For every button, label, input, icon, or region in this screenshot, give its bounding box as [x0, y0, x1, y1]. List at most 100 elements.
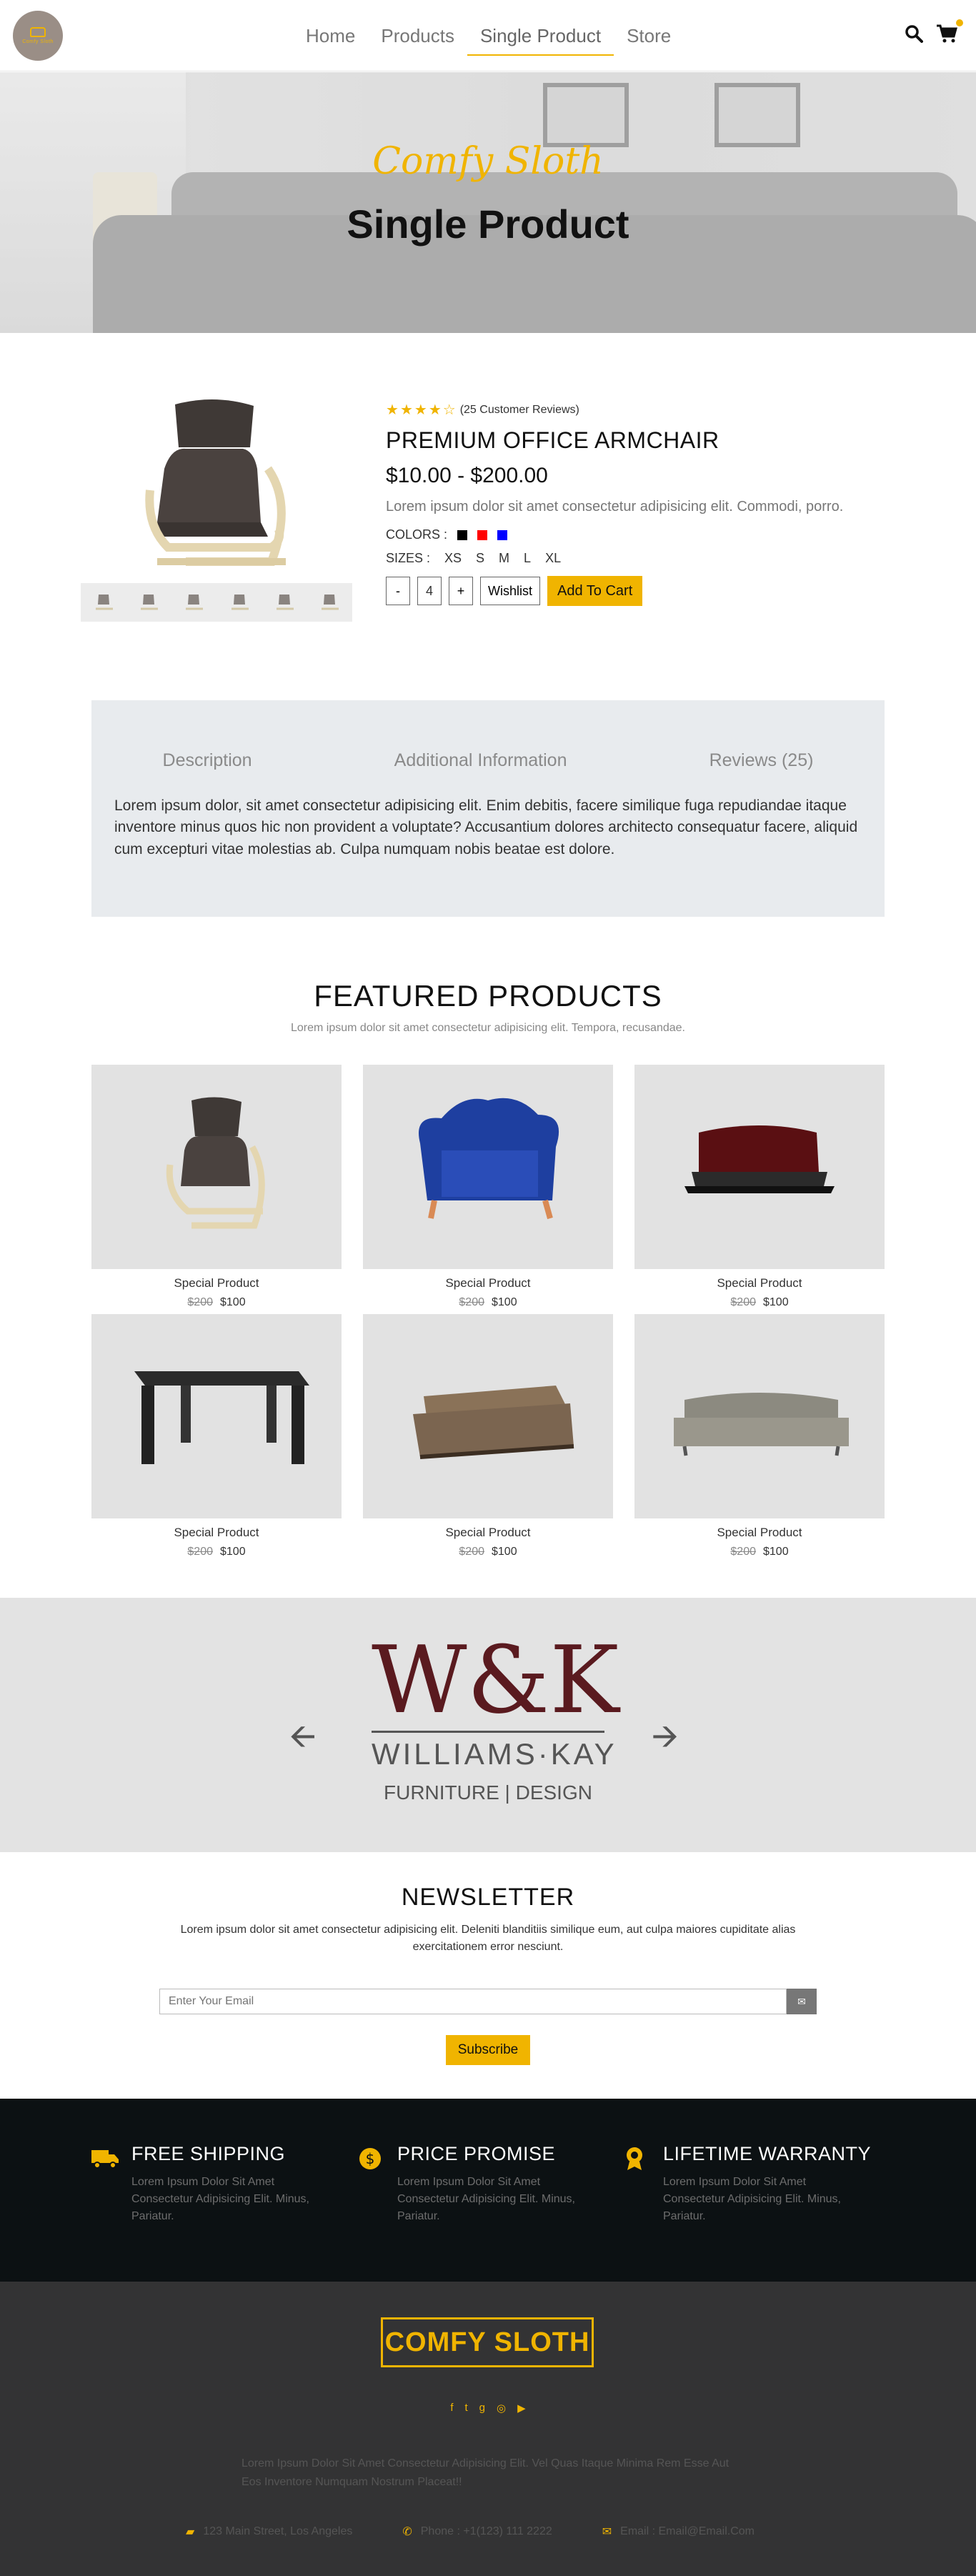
facebook-icon[interactable]: f — [450, 2402, 453, 2415]
product-card-price: $200 $100 — [91, 1546, 342, 1558]
product-price: $10.00 - $200.00 — [386, 464, 548, 487]
envelope-icon[interactable]: ✉ — [787, 1989, 817, 2014]
contact-email: ✉ Email : Email@Email.Com — [602, 2525, 755, 2539]
product-card-price: $200 $100 — [363, 1546, 613, 1558]
brand-carousel: 🡨 🡪 W&K WILLIAMS·KAY FURNITURE | DESIGN — [0, 1598, 976, 1852]
thumbnail[interactable] — [316, 589, 343, 616]
tab-content: Lorem ipsum dolor, sit amet consectetur … — [114, 797, 858, 857]
product-card-image[interactable] — [634, 1065, 885, 1269]
thumbnail[interactable] — [90, 589, 117, 616]
sale-price: $100 — [763, 1546, 789, 1558]
star-full-icon: ★ — [386, 402, 399, 418]
brand-name: WILLIAMS·KAY — [372, 1737, 617, 1771]
newsletter-text: Lorem ipsum dolor sit amet consectetur a… — [180, 1924, 796, 1953]
twitter-icon[interactable]: t — [465, 2402, 468, 2415]
search-icon[interactable] — [905, 24, 923, 46]
product-card[interactable]: Special Product $200 $100 — [363, 1065, 613, 1314]
product-card-image[interactable] — [363, 1314, 613, 1518]
phone-icon: ✆ — [402, 2526, 412, 2538]
tab-reviews[interactable]: Reviews (25) — [709, 750, 814, 771]
product-card-image[interactable] — [634, 1314, 885, 1518]
service-text: Lorem Ipsum Dolor Sit Amet Consectetur A… — [131, 2176, 309, 2222]
color-swatch-blue[interactable] — [497, 529, 508, 540]
service-warranty: LIFETIME WARRANTY Lorem Ipsum Dolor Sit … — [623, 2143, 880, 2225]
email-input[interactable] — [159, 1989, 787, 2014]
youtube-icon[interactable]: ▶ — [517, 2402, 526, 2415]
product-card-image[interactable] — [91, 1065, 342, 1269]
product-card-name: Special Product — [717, 1526, 802, 1539]
product-description: Lorem ipsum dolor sit amet consectetur a… — [386, 499, 844, 514]
newsletter-section: NEWSLETTER Lorem ipsum dolor sit amet co… — [0, 1884, 976, 1956]
size-option[interactable]: S — [476, 551, 484, 566]
star-empty-icon: ☆ — [442, 402, 456, 418]
arrow-right-icon[interactable]: 🡪 — [652, 1712, 678, 1768]
brand-logo: W&K WILLIAMS·KAY FURNITURE | DESIGN — [372, 1633, 619, 1804]
product-name: PREMIUM OFFICE ARMCHAIR — [386, 427, 719, 453]
cart-icon[interactable] — [936, 19, 963, 47]
star-full-icon: ★ — [399, 402, 413, 418]
service-title: LIFETIME WARRANTY — [663, 2143, 872, 2164]
service-shipping: FREE SHIPPING Lorem Ipsum Dolor Sit Amet… — [91, 2143, 349, 2225]
product-actions: - 4 + Wishlist Add To Cart — [386, 576, 886, 606]
google-plus-icon[interactable]: g — [479, 2402, 485, 2415]
size-option[interactable]: XL — [545, 551, 561, 566]
product-card-price: $200 $100 — [634, 1296, 885, 1309]
dollar-icon: $ — [357, 2146, 386, 2172]
instagram-icon[interactable]: ◎ — [497, 2402, 506, 2415]
size-option[interactable]: M — [499, 551, 509, 566]
featured-header: FEATURED PRODUCTS Lorem ipsum dolor sit … — [0, 979, 976, 1035]
featured-subtitle: Lorem ipsum dolor sit amet consectetur a… — [291, 1022, 685, 1034]
qty-value[interactable]: 4 — [417, 577, 442, 605]
sizes-label: SIZES : — [386, 551, 431, 565]
envelope-icon: ✉ — [602, 2526, 612, 2538]
qty-plus-button[interactable]: + — [449, 577, 473, 605]
tab-description[interactable]: Description — [163, 750, 252, 771]
size-option[interactable]: XS — [444, 551, 462, 566]
product-card[interactable]: Special Product $200 $100 — [91, 1065, 342, 1314]
subscribe-button[interactable]: Subscribe — [446, 2035, 530, 2065]
size-option[interactable]: L — [524, 551, 531, 566]
email-text: Email : Email@Email.Com — [620, 2525, 755, 2537]
review-count: (25 Customer Reviews) — [459, 403, 579, 416]
colors-label: COLORS : — [386, 527, 448, 542]
service-text: Lorem Ipsum Dolor Sit Amet Consectetur A… — [397, 2176, 575, 2222]
old-price: $200 — [459, 1296, 484, 1308]
footer-logo[interactable]: COMFY SLOTH — [381, 2317, 594, 2367]
site-footer: COMFY SLOTH f t g ◎ ▶ Lorem Ipsum Dolor … — [0, 2282, 976, 2576]
product-card-price: $200 $100 — [91, 1296, 342, 1309]
color-swatch-black[interactable] — [457, 529, 468, 540]
product-card-name: Special Product — [717, 1276, 802, 1290]
product-card-image[interactable] — [363, 1065, 613, 1269]
thumbnail[interactable] — [135, 589, 162, 616]
add-to-cart-button[interactable]: Add To Cart — [547, 576, 643, 606]
page-title: Single Product — [347, 202, 629, 247]
sale-price: $100 — [492, 1296, 517, 1308]
product-card[interactable]: Special Product $200 $100 — [634, 1065, 885, 1314]
brand-tagline: FURNITURE | DESIGN — [384, 1781, 592, 1804]
newsletter-form: ✉ — [159, 1989, 817, 2014]
color-swatch-red[interactable] — [477, 529, 488, 540]
nav-link-single-product[interactable]: Single Product — [467, 21, 614, 56]
old-price: $200 — [187, 1546, 213, 1558]
nav-link-products[interactable]: Products — [368, 21, 467, 56]
nav-link-home[interactable]: Home — [293, 21, 368, 56]
sale-price: $100 — [492, 1546, 517, 1558]
product-card[interactable]: Special Product $200 $100 — [363, 1314, 613, 1563]
thumbnail[interactable] — [226, 589, 253, 616]
service-title: FREE SHIPPING — [131, 2143, 286, 2164]
tab-additional-information[interactable]: Additional Information — [394, 750, 567, 771]
nav-link-store[interactable]: Store — [614, 21, 684, 56]
logo-mark — [30, 27, 46, 37]
wishlist-button[interactable]: Wishlist — [480, 577, 540, 605]
thumbnail[interactable] — [180, 589, 207, 616]
thumbnail[interactable] — [271, 589, 298, 616]
product-card[interactable]: Special Product $200 $100 — [91, 1314, 342, 1563]
qty-minus-button[interactable]: - — [386, 577, 410, 605]
product-card-image[interactable] — [91, 1314, 342, 1518]
hero-banner: Comfy Sloth Single Product — [0, 72, 976, 333]
site-logo[interactable]: Comfy Sloth — [13, 11, 63, 61]
product-card[interactable]: Special Product $200 $100 — [634, 1314, 885, 1563]
award-icon — [623, 2146, 652, 2172]
newsletter-title: NEWSLETTER — [401, 1884, 575, 1911]
arrow-left-icon[interactable]: 🡨 — [289, 1712, 316, 1768]
